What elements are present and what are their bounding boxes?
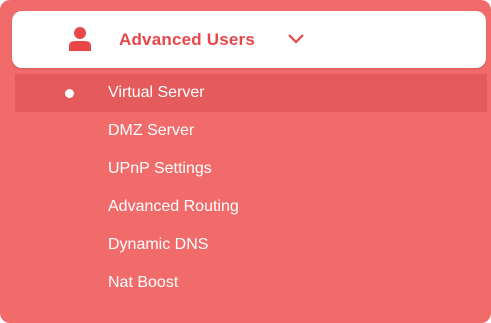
menu-item-label: Virtual Server: [108, 84, 205, 101]
menu-item-label: Advanced Routing: [108, 198, 239, 215]
menu-item-dmz-server[interactable]: DMZ Server: [15, 112, 487, 150]
menu-item-dynamic-dns[interactable]: Dynamic DNS: [15, 226, 487, 264]
menu-item-virtual-server[interactable]: Virtual Server: [15, 74, 487, 112]
menu-item-label: Nat Boost: [108, 274, 179, 291]
menu-item-label: Dynamic DNS: [108, 236, 209, 253]
menu-item-label: DMZ Server: [108, 122, 195, 139]
menu-item-upnp-settings[interactable]: UPnP Settings: [15, 150, 487, 188]
advanced-users-title: Advanced Users: [119, 30, 256, 49]
menu-item-label: UPnP Settings: [108, 160, 212, 177]
user-icon: [69, 27, 91, 51]
menu-item-advanced-routing[interactable]: Advanced Routing: [15, 188, 487, 226]
chevron-down-icon[interactable]: [287, 33, 305, 45]
active-indicator-dot: [65, 89, 74, 98]
advanced-users-menu-panel: Advanced Users Virtual Server DMZ Server…: [0, 0, 491, 323]
menu-item-nat-boost[interactable]: Nat Boost: [15, 264, 487, 302]
advanced-users-submenu: Virtual Server DMZ Server UPnP Settings …: [15, 74, 487, 302]
advanced-users-header[interactable]: Advanced Users: [12, 11, 486, 68]
